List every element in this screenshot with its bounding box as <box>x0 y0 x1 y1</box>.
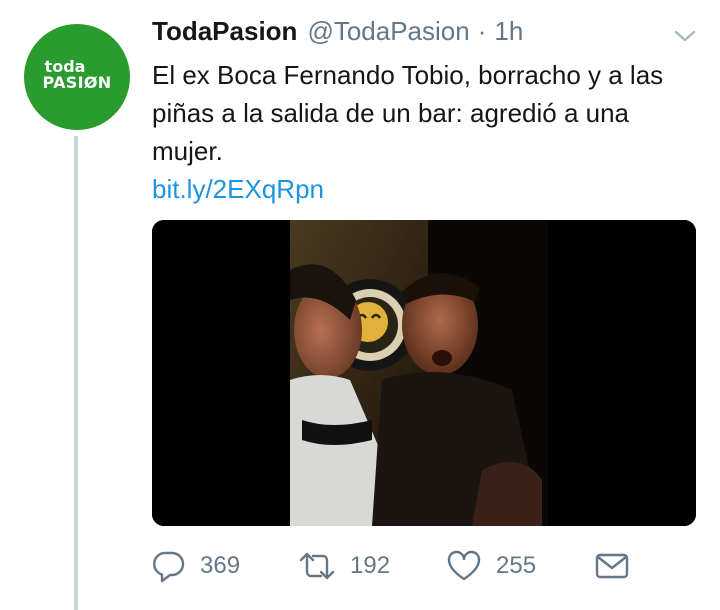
avatar[interactable]: toda PASIØN <box>24 24 130 130</box>
like-button[interactable]: 255 <box>446 546 536 586</box>
retweet-button[interactable]: 192 <box>298 546 390 586</box>
chevron-down-icon[interactable] <box>672 26 698 46</box>
direct-message-icon <box>595 553 629 579</box>
tweet-actions: 369 192 255 <box>152 546 682 586</box>
account-name[interactable]: TodaPasion <box>152 16 297 47</box>
retweet-icon <box>299 552 335 580</box>
like-count: 255 <box>496 552 537 579</box>
separator-dot: · <box>477 16 487 46</box>
tweet-text: El ex Boca Fernando Tobio, borracho y a … <box>152 60 664 166</box>
tweet-header: TodaPasion @TodaPasion · 1h <box>152 16 523 50</box>
timestamp[interactable]: 1h <box>494 16 523 47</box>
avatar-line2: PASIØN <box>42 73 112 92</box>
video-frame-image <box>152 220 696 526</box>
account-handle[interactable]: @TodaPasion <box>307 16 469 47</box>
direct-message-button[interactable] <box>594 546 630 586</box>
heart-icon <box>447 550 481 581</box>
video-thumbnail[interactable] <box>152 220 696 526</box>
thread-line <box>74 136 78 610</box>
reply-count: 369 <box>200 552 241 579</box>
reply-button[interactable]: 369 <box>152 546 240 586</box>
retweet-count: 192 <box>350 552 391 579</box>
tweet-link[interactable]: bit.ly/2EXqRpn <box>152 170 324 208</box>
reply-icon <box>153 551 185 583</box>
